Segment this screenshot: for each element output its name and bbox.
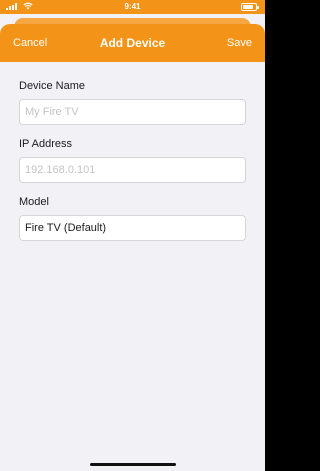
page-title: Add Device xyxy=(99,36,166,50)
device-name-label: Device Name xyxy=(19,80,86,92)
status-time: 9:41 xyxy=(124,2,141,11)
device-name-field[interactable] xyxy=(19,99,246,125)
ip-address-label: IP Address xyxy=(19,138,72,150)
battery-icon xyxy=(241,3,259,11)
navbar: Cancel Add Device Save xyxy=(0,24,265,62)
device-form: Device Name IP Address Model Fire TV (De… xyxy=(19,80,246,254)
model-select[interactable]: Fire TV (Default) xyxy=(19,215,246,241)
ip-address-field[interactable] xyxy=(19,157,246,183)
status-bar: 9:41 xyxy=(0,0,265,14)
home-indicator[interactable] xyxy=(89,463,176,466)
save-button[interactable]: Save xyxy=(227,37,252,49)
screen: 9:41 Cancel Add Device Save Device Name … xyxy=(0,0,265,471)
model-label: Model xyxy=(19,196,49,208)
